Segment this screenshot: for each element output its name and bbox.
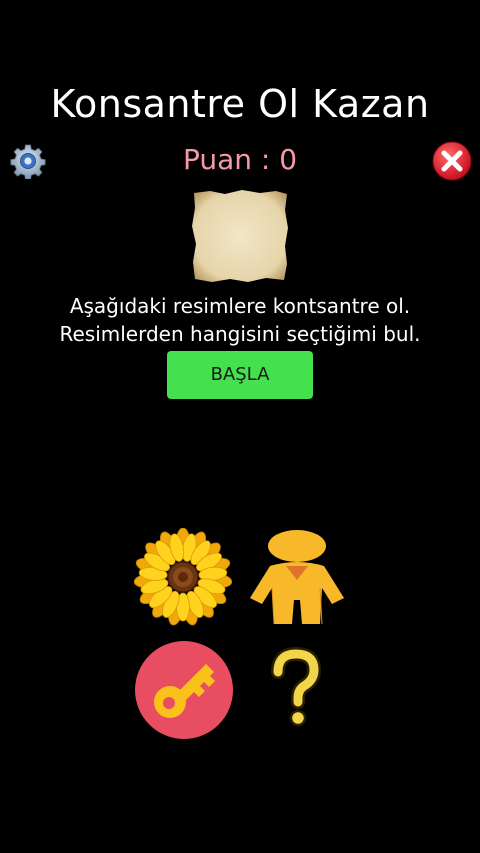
start-button[interactable]: BAŞLA (167, 351, 313, 399)
instructions-line-1: Aşağıdaki resimlere kontsantre ol. (69, 294, 411, 318)
picture-option-question[interactable] (248, 640, 344, 736)
close-icon (432, 141, 472, 181)
sunflower-icon (133, 527, 233, 626)
parchment-icon (192, 190, 288, 282)
picture-option-sunflower[interactable] (133, 527, 233, 626)
picture-option-key[interactable] (134, 640, 234, 740)
question-mark-icon (271, 646, 322, 727)
score-label: Puan : 0 (182, 143, 298, 176)
selected-picture-placeholder (190, 188, 290, 284)
picture-option-person[interactable] (248, 528, 346, 626)
instructions-text: Aşağıdaki resimlere kontsantre ol. Resim… (0, 292, 480, 348)
instructions-line-2: Resimlerden hangisini seçtiğimi bul. (59, 322, 421, 346)
person-icon (250, 530, 344, 625)
page-title: Konsantre Ol Kazan (50, 82, 430, 126)
key-icon (135, 641, 233, 739)
close-button[interactable] (432, 141, 472, 181)
